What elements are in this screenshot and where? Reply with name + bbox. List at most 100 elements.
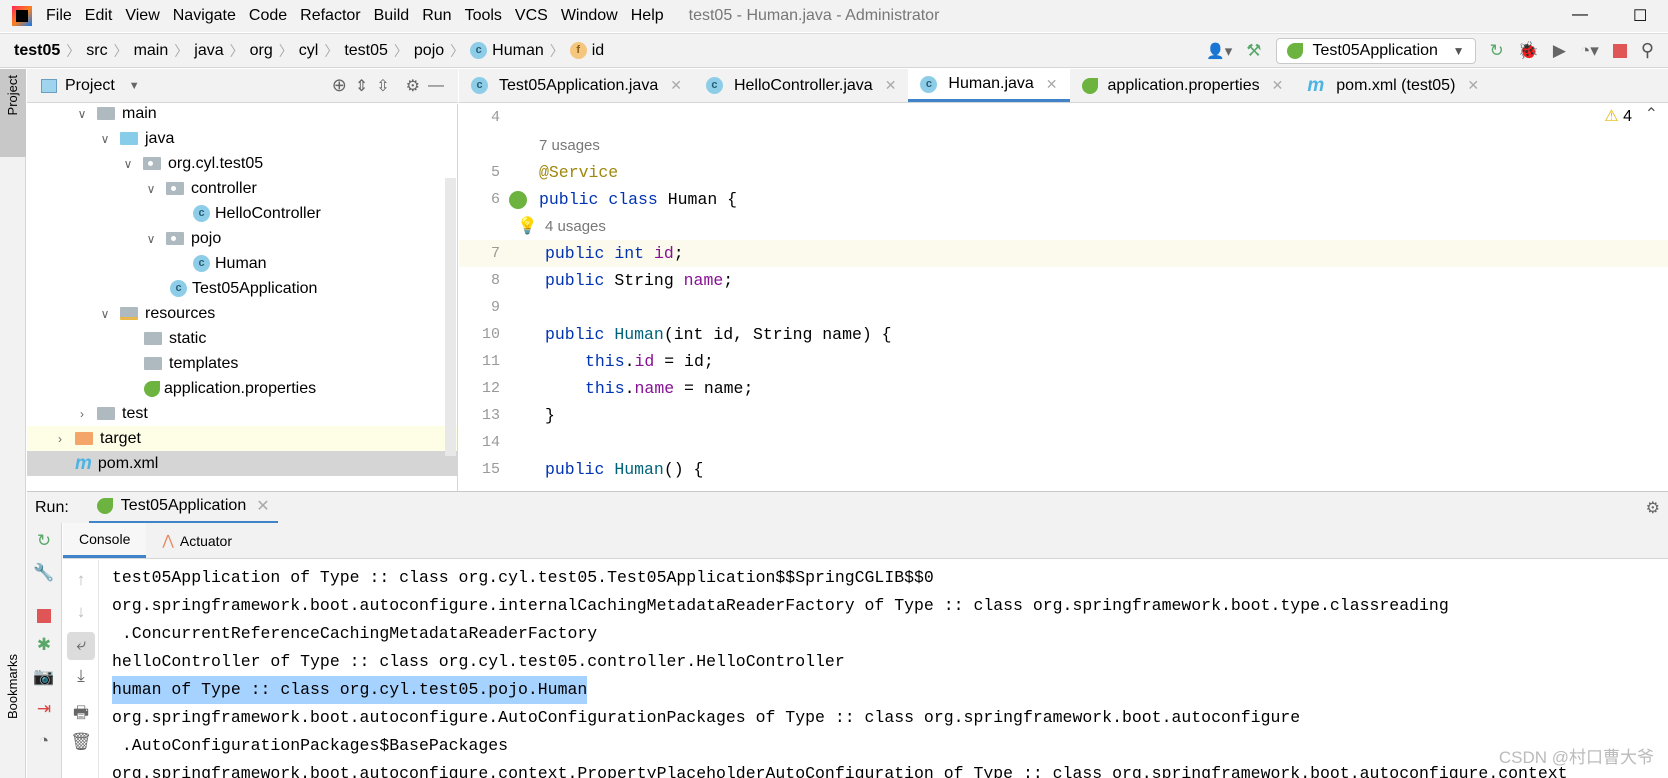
debug-icon[interactable]: ✱ — [32, 635, 56, 655]
down-arrow-icon[interactable]: ↓ — [69, 602, 93, 622]
camera-icon[interactable]: 📷 — [32, 667, 56, 687]
tree-item-target[interactable]: › target — [27, 426, 457, 451]
up-arrow-icon[interactable]: ↑ — [69, 570, 93, 590]
crumb-org[interactable]: org 〉 — [250, 41, 299, 61]
wrench-icon[interactable]: 🔧 — [32, 563, 56, 583]
rerun-icon[interactable]: ↻ — [32, 531, 56, 551]
tree-item-package[interactable]: ∨ org.cyl.test05 — [27, 151, 457, 176]
trash-icon[interactable]: 🗑 — [69, 732, 93, 752]
build-hammer-icon[interactable]: ⚒ — [1246, 41, 1261, 61]
tree-item-test[interactable]: › test — [27, 401, 457, 426]
hide-icon[interactable]: — — [428, 77, 444, 95]
tree-item-pom[interactable]: m pom.xml — [27, 451, 457, 476]
tree-item-human[interactable]: c Human — [27, 251, 457, 276]
crumb-pojo[interactable]: pojo 〉 — [414, 41, 470, 61]
menu-refactor[interactable]: Refactor — [300, 7, 360, 25]
crumb-label: cyl — [298, 41, 319, 59]
menu-tools[interactable]: Tools — [465, 7, 502, 25]
stripe-project-button[interactable]: Project — [0, 69, 26, 157]
run-tab-test05application[interactable]: Test05Application ✕ — [88, 492, 278, 524]
close-icon[interactable]: ✕ — [1467, 77, 1479, 94]
tab-human[interactable]: c Human.java ✕ — [908, 69, 1070, 102]
console-line: .AutoConfigurationPackages$BasePackages — [112, 736, 509, 755]
tree-item-main[interactable]: ∨ main — [27, 104, 457, 126]
usages-hint[interactable]: 4 usages — [545, 213, 606, 240]
tree-scrollbar[interactable] — [445, 178, 456, 456]
user-icon[interactable]: 👤▾ — [1206, 42, 1232, 60]
code-editor[interactable]: ⚠ 4 ⌃ 4 7 usages 5 @Service 6 public class… — [459, 104, 1668, 491]
close-icon[interactable]: ✕ — [885, 77, 897, 94]
menu-navigate[interactable]: Navigate — [173, 7, 236, 25]
tab-actuator[interactable]: ⋀ Actuator — [146, 523, 248, 558]
collapse-all-icon[interactable]: ⇳ — [376, 76, 389, 96]
soft-wrap-icon[interactable]: ⤶ — [67, 632, 95, 660]
tab-hellocontroller[interactable]: c HelloController.java ✕ — [694, 69, 908, 102]
stop-icon[interactable] — [37, 609, 51, 623]
search-icon[interactable]: ⚲ — [1641, 40, 1654, 61]
menu-view[interactable]: View — [125, 7, 159, 25]
print-icon[interactable]: 🖶 — [69, 700, 93, 729]
menu-file[interactable]: File — [46, 7, 72, 25]
locate-icon[interactable]: ⊕ — [332, 75, 347, 96]
crumb-cyl[interactable]: cyl 〉 — [299, 41, 345, 61]
stop-icon[interactable] — [1612, 43, 1627, 58]
crumb-id[interactable]: f id — [569, 42, 604, 60]
maximize-button[interactable]: ☐ — [1633, 6, 1647, 26]
close-icon[interactable]: ✕ — [670, 77, 682, 94]
tab-console[interactable]: Console — [63, 523, 147, 558]
tab-pom[interactable]: m pom.xml (test05) ✕ — [1295, 69, 1491, 102]
lightbulb-icon[interactable]: 💡 — [517, 213, 538, 240]
expand-all-icon[interactable]: ⇕ — [355, 76, 368, 96]
menu-help[interactable]: Help — [631, 7, 664, 25]
crumb-project[interactable]: test05 〉 — [14, 41, 86, 61]
chevron-down-icon[interactable]: ▼ — [129, 80, 140, 92]
close-icon[interactable]: ✕ — [256, 496, 269, 516]
tree-item-application-properties[interactable]: application.properties — [27, 376, 457, 401]
menu-window[interactable]: Window — [561, 7, 618, 25]
exit-icon[interactable]: ⇥ — [32, 699, 56, 719]
minimize-button[interactable]: — — [1572, 6, 1588, 24]
console-line: helloController of Type :: class org.cyl… — [112, 652, 845, 671]
close-icon[interactable]: ✕ — [1046, 76, 1058, 93]
tree-item-pojo[interactable]: ∨ pojo — [27, 226, 457, 251]
tree-label: org.cyl.test05 — [168, 154, 264, 172]
crumb-java[interactable]: java 〉 — [194, 41, 249, 61]
crumb-test05[interactable]: test05 〉 — [344, 41, 414, 61]
rerun-icon[interactable]: ↻ — [1490, 41, 1504, 61]
profiler-icon[interactable]: ◔ — [32, 731, 56, 751]
tab-application-properties[interactable]: application.properties ✕ — [1070, 69, 1296, 102]
menu-build[interactable]: Build — [374, 7, 410, 25]
menu-edit[interactable]: Edit — [85, 7, 113, 25]
debug-icon[interactable]: 🐞 — [1518, 41, 1539, 61]
crumb-main[interactable]: main 〉 — [134, 41, 195, 61]
run-config-select[interactable]: Test05Application ▼ — [1275, 37, 1476, 64]
code-annotation: @Service — [539, 163, 619, 182]
tree-label: pojo — [191, 229, 222, 247]
gear-icon[interactable]: ⚙ — [406, 76, 420, 96]
close-icon[interactable]: ✕ — [1272, 77, 1284, 94]
tree-item-templates[interactable]: templates — [27, 351, 457, 376]
project-title[interactable]: Project — [65, 77, 115, 95]
menu-code[interactable]: Code — [249, 7, 287, 25]
stripe-bookmarks-button[interactable]: Bookmarks — [5, 654, 20, 719]
coverage-icon[interactable]: ▶ — [1553, 41, 1566, 61]
code-text: } — [545, 406, 555, 425]
menu-run[interactable]: Run — [422, 7, 451, 25]
profile-icon[interactable]: ◔▾ — [1580, 41, 1599, 61]
scroll-to-end-icon[interactable]: ⤓ — [69, 666, 93, 686]
crumb-src[interactable]: src 〉 — [86, 41, 133, 61]
kw: this — [585, 379, 625, 398]
tree-item-resources[interactable]: ∨ resources — [27, 301, 457, 326]
usages-hint[interactable]: 7 usages — [539, 132, 600, 159]
console-output[interactable]: test05Application of Type :: class org.c… — [100, 560, 1668, 778]
tree-item-hellocontroller[interactable]: c HelloController — [27, 201, 457, 226]
tree-item-static[interactable]: static — [27, 326, 457, 351]
tree-item-test05application[interactable]: c Test05Application — [27, 276, 457, 301]
gear-icon[interactable]: ⚙ — [1646, 498, 1660, 518]
tree-item-java[interactable]: ∨ java — [27, 126, 457, 151]
tab-test05application[interactable]: c Test05Application.java ✕ — [459, 69, 694, 102]
crumb-human[interactable]: c Human 〉 — [470, 41, 570, 61]
spring-bean-gutter-icon[interactable] — [509, 191, 527, 209]
menu-vcs[interactable]: VCS — [515, 7, 548, 25]
tree-item-controller[interactable]: ∨ controller — [27, 176, 457, 201]
